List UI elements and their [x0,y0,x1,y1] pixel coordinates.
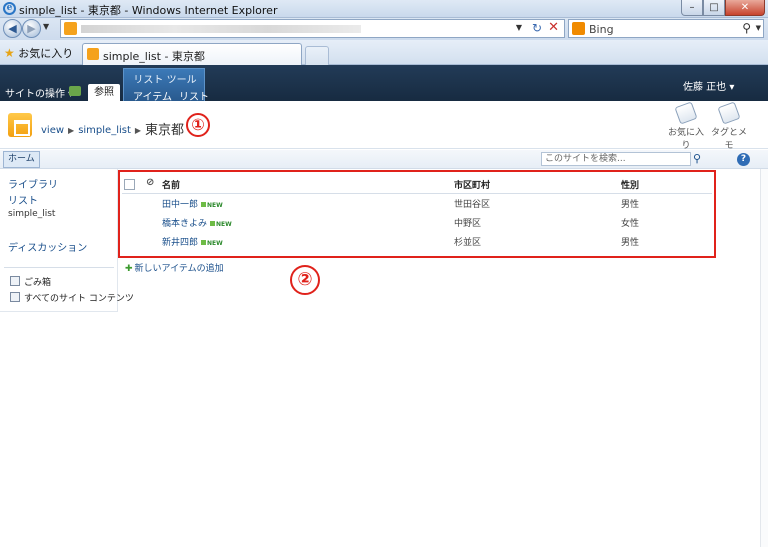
ql-all-content-label: すべてのサイト コンテンツ [24,294,134,304]
breadcrumb-current: 東京都 [145,123,185,138]
user-menu[interactable]: 佐藤 正也 ▾ [683,78,734,93]
breadcrumb-separator-icon: ▶ [68,126,75,135]
ql-recycle-bin[interactable]: ごみ箱 [10,275,51,288]
top-link-bar: ホーム このサイトを検索... ⚲ ? [0,150,768,169]
add-new-item-label: 新しいアイテムの追加 [134,264,224,274]
tab-title: simple_list - 東京都 [103,50,205,63]
table-row[interactable]: 橋本きよみ NEW 中野区 女性 [122,213,712,232]
tags-notes-label: タグとメモ [710,128,747,151]
favorite-action-label: お気に入り [667,128,704,151]
site-search-input[interactable]: このサイトを検索... [541,152,691,166]
row-sex-cell: 男性 [621,200,640,210]
column-header-city[interactable]: 市区町村 [454,178,490,191]
row-sex-cell: 男性 [621,238,640,248]
site-favicon-icon [64,22,77,35]
search-options-dropdown-icon[interactable]: ▼ [756,24,761,32]
window-title: simple_list - 東京都 - Windows Internet Exp… [19,4,278,17]
tags-notes-icon [717,101,741,125]
table-row[interactable]: 田中一郎 NEW 世田谷区 男性 [122,194,712,213]
column-header-sex[interactable]: 性別 [621,178,639,191]
close-button[interactable]: ✕ [725,0,765,16]
bing-icon [572,22,585,35]
window-title-bar: e simple_list - 東京都 - Windows Internet E… [0,0,768,18]
tab-favicon-icon [87,48,99,60]
attachment-column-icon: ⊘ [146,177,155,188]
search-engine-name: Bing [589,23,614,36]
quick-launch: ライブラリ リスト simple_list ディスカッション ごみ箱 すべてのサ… [0,169,134,312]
help-icon[interactable]: ? [737,153,750,166]
ql-lists[interactable]: リスト [8,192,38,207]
breadcrumb-view[interactable]: view [41,125,64,136]
callout-marker-2: ② [290,265,320,295]
refresh-icon[interactable]: ↻ [532,21,542,35]
page-header: view ▶ simple_list ▶ 東京都 ① お気に入り タグとメモ [0,101,768,151]
site-content-icon [10,292,20,302]
maximize-button[interactable]: □ [703,0,725,16]
favorites-button[interactable]: ★ お気に入り [4,45,73,61]
favorite-action-button[interactable]: お気に入り [665,101,707,151]
row-city-cell: 世田谷区 [454,200,491,210]
home-tab[interactable]: ホーム [3,151,40,168]
new-badge-icon: NEW [201,202,223,209]
tab-browse[interactable]: 参照 [88,84,120,101]
search-icon[interactable]: ⚲ [742,21,751,35]
list-header-row: ⊘ 名前 市区町村 性別 [122,175,712,194]
row-sex-cell: 女性 [621,219,640,229]
row-name-cell: 田中一郎 NEW [162,197,223,210]
stop-icon[interactable]: ✕ [548,20,559,35]
browser-search-box[interactable]: Bing ⚲ ▼ [568,19,764,38]
window-controls: – □ ✕ [681,0,765,17]
navigate-up-icon[interactable] [69,86,81,96]
back-button[interactable]: ◀ [3,19,22,38]
ql-all-content[interactable]: すべてのサイト コンテンツ [10,291,134,304]
row-name-cell: 橋本きよみ NEW [162,216,232,229]
new-badge-icon: NEW [201,240,223,247]
row-city-cell: 中野区 [454,219,482,229]
ql-recycle-bin-label: ごみ箱 [24,278,52,288]
sharepoint-ribbon: サイトの操作 ▾ 参照 リスト ツール アイテム リスト 佐藤 正也 ▾ [0,65,768,103]
ql-simple-list[interactable]: simple_list [8,209,55,219]
site-actions-menu[interactable]: サイトの操作 ▾ [5,85,73,100]
address-dropdown-icon[interactable]: ▼ [516,23,522,32]
select-all-checkbox[interactable] [124,179,135,190]
list-tools-group: リスト ツール アイテム リスト [123,68,209,103]
column-header-name[interactable]: 名前 [162,178,180,191]
site-logo-icon[interactable] [8,113,32,137]
table-row[interactable]: 新井四郎 NEW 杉並区 男性 [122,232,712,251]
recent-pages-dropdown-icon[interactable]: ▼ [43,22,49,31]
breadcrumb: view ▶ simple_list ▶ 東京都 [41,118,185,138]
ql-discussions[interactable]: ディスカッション [8,239,87,254]
vertical-scrollbar[interactable] [760,169,768,547]
favorites-star-icon: ★ [4,46,15,60]
ie-logo-icon: e [3,2,16,15]
favorites-bar: ★ お気に入り simple_list - 東京都 [0,40,768,65]
address-url-redacted [81,25,361,33]
new-badge-icon: NEW [210,221,232,228]
callout-marker-1: ① [186,113,210,137]
browser-tab-active[interactable]: simple_list - 東京都 [82,43,302,65]
new-tab-button[interactable] [305,46,329,65]
site-search-icon[interactable]: ⚲ [693,152,701,165]
ql-libraries[interactable]: ライブラリ [8,176,58,191]
breadcrumb-separator-icon: ▶ [134,126,142,135]
add-new-item-link[interactable]: ✚ 新しいアイテムの追加 [125,261,224,274]
ql-divider [4,267,114,268]
row-name-cell: 新井四郎 NEW [162,235,223,248]
row-name-link[interactable]: 新井四郎 [162,238,198,248]
favorite-tag-icon [674,101,698,125]
minimize-button[interactable]: – [681,0,703,16]
row-name-link[interactable]: 田中一郎 [162,200,198,210]
favorites-label: お気に入り [18,47,74,60]
recycle-bin-icon [10,276,20,286]
forward-button[interactable]: ▶ [22,19,41,38]
address-bar[interactable]: ▼ ↻ ✕ [60,19,565,38]
add-plus-icon: ✚ [125,264,133,274]
list-tools-title: リスト ツール [133,75,197,86]
row-city-cell: 杉並区 [454,238,482,248]
breadcrumb-simple-list[interactable]: simple_list [78,125,131,136]
tags-notes-action-button[interactable]: タグとメモ [708,101,750,151]
row-name-link[interactable]: 橋本きよみ [162,219,207,229]
navigation-bar: ◀ ▶ ▼ ▼ ↻ ✕ Bing ⚲ ▼ [0,18,768,40]
